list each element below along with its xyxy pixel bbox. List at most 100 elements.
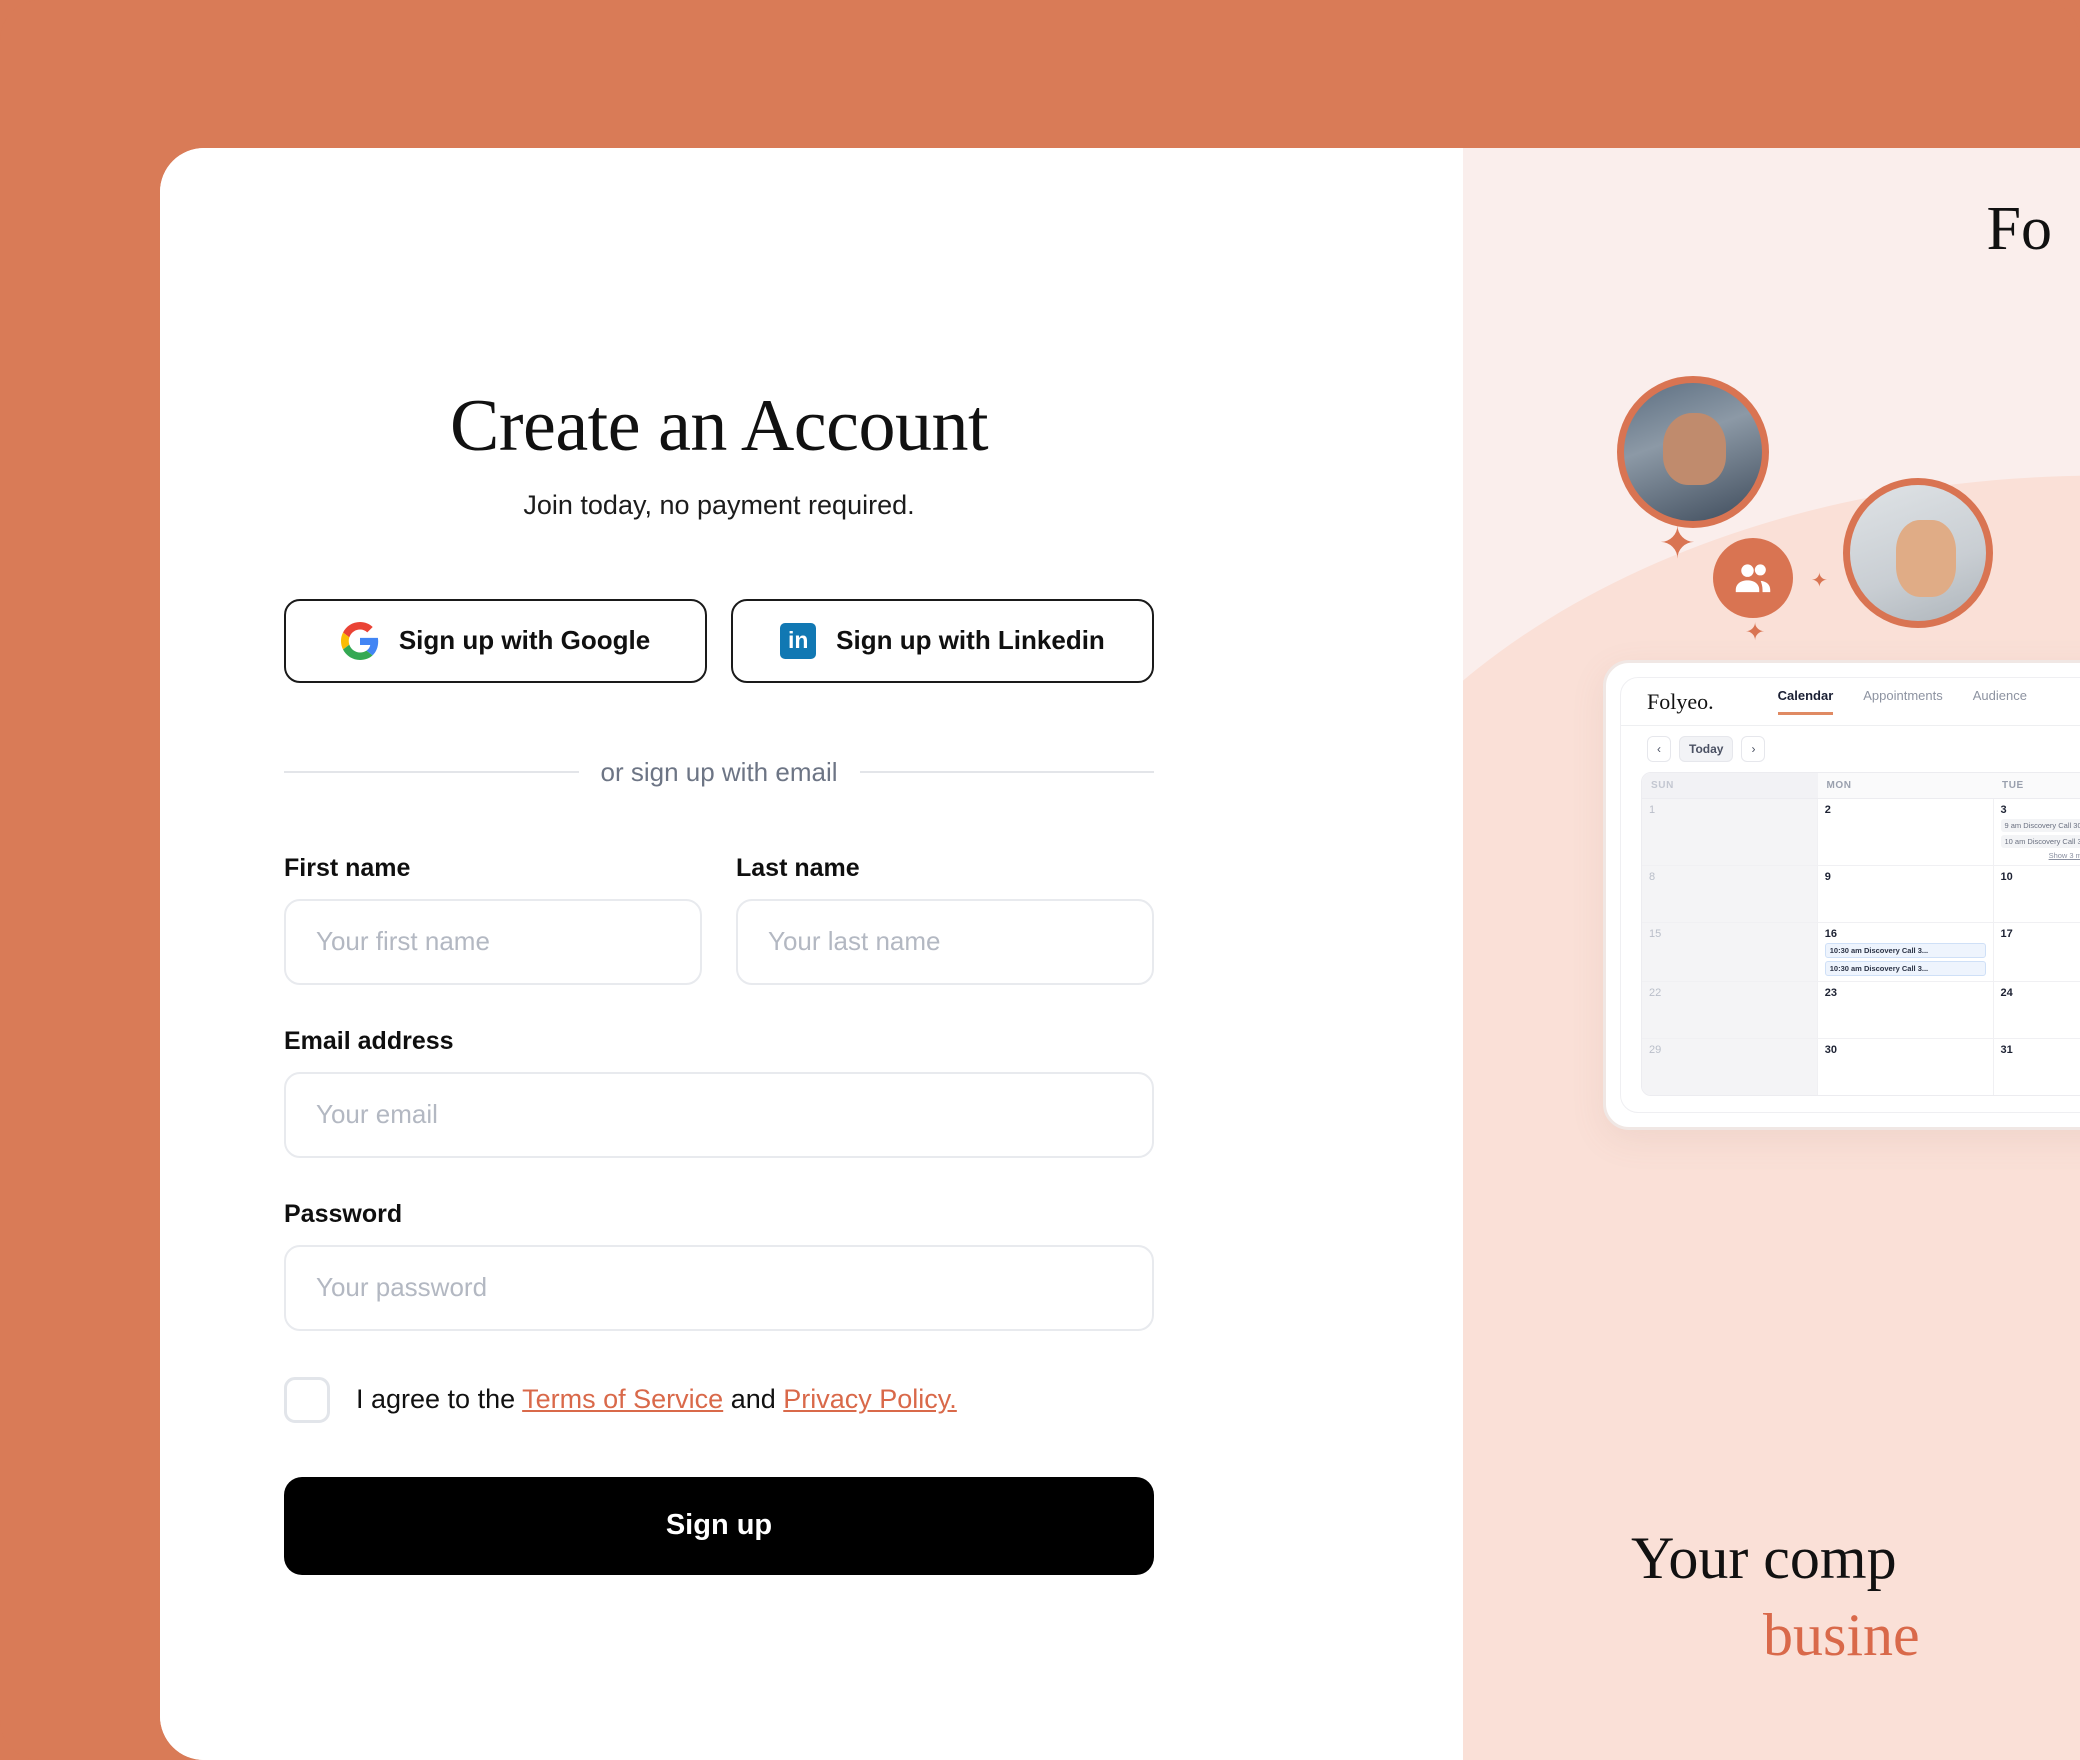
calendar-day-number: 15 [1649, 928, 1662, 940]
calendar-prev-button[interactable]: ‹ [1647, 736, 1671, 762]
calendar-day-cell[interactable]: 30 [1818, 1039, 1994, 1095]
email-field-group: Email address [284, 1027, 1154, 1158]
sparkle-icon-3: ✦ [1745, 619, 1766, 646]
calendar-day-cell[interactable]: 2 [1818, 799, 1994, 865]
calendar-week-row: 15 16 10:30 am Discovery Call 3... 10:30 am… [1642, 923, 2080, 982]
signup-form: Create an Account Join today, no payment… [284, 387, 1154, 1575]
calendar-day-number: 16 [1824, 928, 1837, 940]
mockup-tab-calendar[interactable]: Calendar [1777, 688, 1834, 715]
last-name-input[interactable] [736, 898, 1154, 985]
calendar-week-row: 293031Feb [1642, 1039, 2080, 1095]
signup-submit-button[interactable]: Sign up [284, 1476, 1154, 1575]
terms-of-service-link[interactable]: Terms of Service [522, 1384, 723, 1414]
calendar-event[interactable]: 10:30 am Discovery Call 3... [1824, 943, 1986, 958]
calendar-day-number: 31 [2000, 1044, 2013, 1056]
promo-pane: Fo ✦ ✦ ✦ Folyeo. Calendar Appointments A… [1463, 148, 2080, 1760]
people-icon-badge [1713, 538, 1793, 618]
calendar-day-number: 2 [1824, 804, 1831, 816]
calendar-event[interactable]: 10:30 am Discovery Call 3... [1824, 961, 1986, 976]
calendar-device-mockup: Folyeo. Calendar Appointments Audience ‹… [1603, 660, 2080, 1130]
calendar-day-cell[interactable]: 8 [1642, 866, 1818, 922]
linkedin-signup-button[interactable]: Sign up with Linkedin [731, 598, 1154, 683]
calendar-day-number: 23 [1824, 987, 1837, 999]
calendar-day-cell[interactable]: 31 [1994, 1039, 2080, 1095]
calendar-day-number: 9 [1824, 871, 1831, 883]
name-fields-row: First name Last name [284, 854, 1154, 985]
calendar-week-row: 891011 [1642, 866, 2080, 923]
calendar-event[interactable]: 10 am Discovery Call 30... [2000, 835, 2080, 848]
weekday-mon: MON [1826, 780, 1852, 791]
linkedin-signup-label: Sign up with Linkedin [836, 625, 1105, 656]
calendar-day-cell[interactable]: 3 9 am Discovery Call 30... 10 am Discover… [1994, 799, 2080, 865]
google-signup-button[interactable]: Sign up with Google [284, 598, 707, 683]
email-label: Email address [284, 1026, 454, 1055]
terms-agreement-row: I agree to the Terms of Service and Priv… [284, 1376, 1154, 1423]
privacy-policy-link[interactable]: Privacy Policy. [783, 1384, 957, 1414]
last-name-field-group: Last name [736, 854, 1154, 985]
avatar-photo-1 [1617, 376, 1769, 528]
promo-headline-line1: Your comp [1631, 1525, 1897, 1592]
first-name-field-group: First name [284, 854, 702, 985]
calendar-grid: SUN MON TUE WED 1239 am Discovery Call 3… [1641, 772, 2080, 1096]
divider-label: or sign up with email [600, 756, 838, 787]
calendar-day-cell[interactable]: 15 [1642, 923, 1818, 981]
calendar-week-row: 1 2 3 9 am Discovery Call 30... 10 am Discov… [1642, 799, 2080, 866]
terms-prefix: I agree to the [356, 1384, 523, 1415]
mockup-topbar: Folyeo. Calendar Appointments Audience [1621, 678, 2080, 726]
weekday-sun: SUN [1642, 773, 1818, 798]
calendar-day-cell[interactable]: 23 [1818, 982, 1994, 1038]
calendar-day-number: 29 [1649, 1044, 1662, 1056]
promo-logo: Fo [1986, 195, 2052, 263]
email-divider: or sign up with email [284, 757, 1154, 788]
promo-headline: Your comp busine [1631, 1520, 1920, 1674]
divider-line-right [859, 771, 1154, 774]
mockup-nav: Calendar Appointments Audience [1777, 688, 2027, 715]
avatar-photo-2 [1843, 478, 1993, 628]
google-icon [340, 621, 379, 660]
calendar-day-number: 10 [2000, 871, 2013, 883]
signup-form-pane: Create an Account Join today, no payment… [160, 148, 1463, 1760]
calendar-week-row: 22232425 [1642, 982, 2080, 1039]
calendar-day-number: 17 [2000, 928, 2013, 940]
calendar-today-button[interactable]: Today [1679, 736, 1734, 762]
calendar-day-number: 3 [2000, 804, 2007, 816]
first-name-label: First name [284, 853, 411, 882]
social-login-row: Sign up with Google Sign up with Linkedi… [284, 598, 1154, 683]
first-name-input[interactable] [284, 898, 702, 985]
calendar-day-cell[interactable]: 10 [1994, 866, 2080, 922]
email-input[interactable] [284, 1071, 1154, 1158]
password-input[interactable] [284, 1244, 1154, 1331]
mockup-tab-audience[interactable]: Audience [1973, 688, 2027, 715]
people-icon [1735, 564, 1771, 593]
calendar-day-cell[interactable]: 22 [1642, 982, 1818, 1038]
mockup-tab-appointments[interactable]: Appointments [1863, 688, 1943, 715]
mockup-screen: Folyeo. Calendar Appointments Audience ‹… [1620, 677, 2080, 1113]
calendar-day-cell[interactable]: 24 [1994, 982, 2080, 1038]
calendar-day-number: 22 [1649, 987, 1662, 999]
calendar-show-more-link[interactable]: Show 3 more event [2001, 851, 2080, 860]
calendar-day-cell[interactable]: 16 10:30 am Discovery Call 3... 10:30 am D… [1818, 923, 1994, 981]
signup-card: Create an Account Join today, no payment… [160, 148, 2080, 1760]
calendar-event[interactable]: 9 am Discovery Call 30... [2000, 819, 2080, 832]
password-label: Password [284, 1199, 403, 1228]
calendar-day-number: 30 [1824, 1044, 1837, 1056]
promo-headline-line2: busine [1763, 1602, 1920, 1669]
calendar-day-cell[interactable]: 1 [1642, 799, 1818, 865]
calendar-body: 1239 am Discovery Call 30... 10 am Discov… [1642, 799, 2080, 1095]
terms-text: I agree to the Terms of Service and Priv… [356, 1384, 957, 1415]
terms-middle: and [723, 1384, 784, 1415]
password-field-group: Password [284, 1200, 1154, 1331]
calendar-day-cell[interactable]: 29 [1642, 1039, 1818, 1095]
terms-checkbox[interactable] [284, 1376, 330, 1423]
divider-line-left [284, 771, 579, 774]
calendar-day-cell[interactable]: 9 [1818, 866, 1994, 922]
page-subtitle: Join today, no payment required. [523, 489, 915, 520]
calendar-day-cell[interactable]: 17 [1994, 923, 2080, 981]
google-signup-label: Sign up with Google [398, 625, 651, 656]
calendar-next-button[interactable]: › [1741, 736, 1766, 762]
calendar-weekday-header: SUN MON TUE WED [1642, 773, 2080, 799]
mockup-toolbar: ‹ Today › J [1621, 726, 2080, 772]
calendar-day-number: 24 [2000, 987, 2013, 999]
last-name-label: Last name [736, 853, 860, 882]
weekday-tue: TUE [2002, 780, 2024, 791]
